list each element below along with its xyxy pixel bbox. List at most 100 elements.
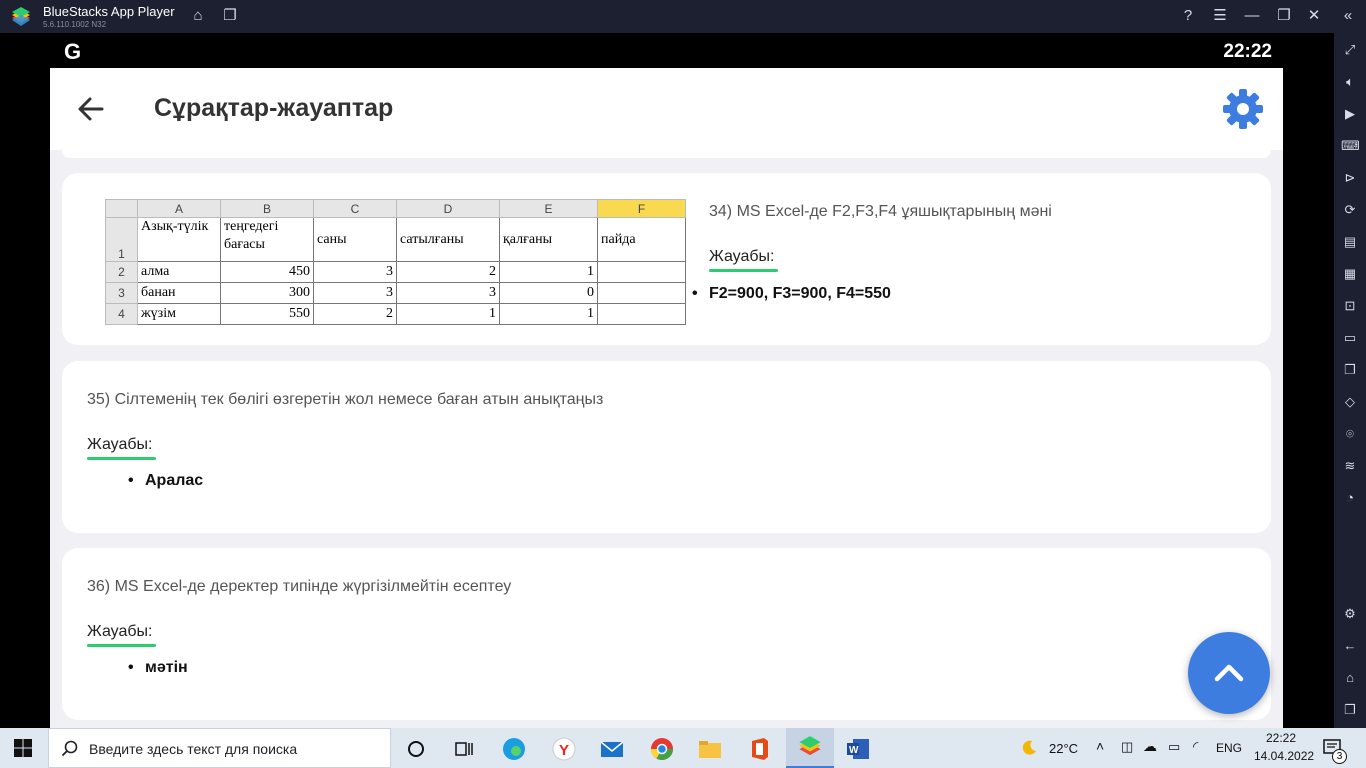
status-time: 22:22 — [1223, 41, 1272, 62]
excel-cell: саны — [313, 217, 397, 262]
answer-underline — [87, 644, 156, 647]
excel-cell: 450 — [220, 261, 314, 283]
macro-play-icon[interactable]: ⊳ — [1341, 169, 1359, 187]
excel-cell: 1 — [396, 303, 500, 325]
bluestacks-logo-icon — [12, 7, 30, 26]
chrome-icon[interactable] — [649, 736, 675, 762]
excel-cell: Азық-түлік — [137, 217, 221, 262]
cortana-icon[interactable] — [403, 736, 429, 762]
answer-underline — [709, 269, 778, 272]
taskbar-bluestacks-active[interactable] — [786, 728, 834, 768]
close-icon[interactable]: ✕ — [1304, 6, 1324, 26]
file-explorer-icon[interactable] — [697, 736, 723, 762]
excel-cell: сатылғаны — [396, 217, 500, 262]
excel-cell: банан — [137, 282, 221, 304]
weather-temp[interactable]: 22°C — [1049, 741, 1078, 756]
excel-cell: 300 — [220, 282, 314, 304]
volume-icon[interactable]: 🔈︎ — [1341, 73, 1359, 91]
app-title: BlueStacks App Player — [43, 4, 175, 19]
bluestacks-sidebar: ⤢ 🔈︎ ▶ ⌨ ⊳ ⟳ ▤ ▦ ⊡ ▭ ❐ ◇ ⌾ ≋ ◔ ⚙ ← ⌂ ❐ — [1334, 33, 1366, 728]
excel-cell — [597, 261, 686, 283]
excel-cell: 2 — [313, 303, 397, 325]
excel-cell: пайда — [597, 217, 686, 262]
office-icon[interactable] — [747, 736, 773, 762]
back-arrow-icon[interactable] — [76, 94, 106, 124]
multi-window-icon[interactable]: ❐ — [1341, 361, 1359, 379]
svg-text:W: W — [849, 745, 859, 756]
android-recents-icon[interactable]: ❐ — [1341, 701, 1359, 719]
meet-now-icon[interactable]: ◫ — [1121, 739, 1133, 755]
keyboard-icon[interactable]: ⌨ — [1341, 137, 1360, 155]
battery-icon[interactable]: ▭ — [1168, 739, 1180, 755]
location-icon[interactable]: ⌾ — [1341, 425, 1359, 443]
clock-time[interactable]: 22:22 — [1266, 731, 1296, 745]
excel-table-image: A B C D E F 1 Азық-түлік теңгедегі бағас… — [105, 199, 691, 335]
excel-col-header: B — [220, 199, 314, 218]
answer-label: Жауабы: — [709, 248, 775, 265]
excel-cell: қалғаны — [499, 217, 598, 262]
app-version: 5.6.110.1002 N32 — [43, 20, 107, 29]
android-screen: G 22:22 Сұрақтар-жауаптар A B C D E F 1 … — [0, 33, 1334, 728]
scroll-top-button[interactable] — [1188, 632, 1270, 714]
wifi-icon[interactable]: ◜ — [1193, 738, 1198, 755]
app-content: Сұрақтар-жауаптар A B C D E F 1 Азық-түл… — [50, 68, 1283, 728]
restore-icon[interactable]: ❐ — [1274, 6, 1294, 26]
excel-cell: 3 — [396, 282, 500, 304]
multi-instance-icon[interactable]: ❐ — [220, 6, 240, 26]
excel-cell: алма — [137, 261, 221, 283]
collapse-sidebar-icon[interactable]: « — [1338, 6, 1358, 26]
menu-icon[interactable]: ☰ — [1210, 6, 1230, 26]
qa-card-35: 35) Сілтеменің тек бөлігі өзгеретін жол … — [62, 361, 1271, 533]
excel-cell: 3 — [313, 282, 397, 304]
sync-icon[interactable]: ⟳ — [1341, 201, 1359, 219]
app-header: Сұрақтар-жауаптар — [50, 68, 1283, 150]
taskbar-search-box[interactable]: Введите здесь текст для поиска — [48, 728, 391, 768]
excel-row-number: 3 — [105, 282, 138, 304]
excel-row-number: 4 — [105, 303, 138, 325]
answer-label: Жауабы: — [87, 436, 153, 453]
mail-icon[interactable] — [599, 736, 625, 762]
speed-icon[interactable]: ◔ — [1341, 489, 1359, 507]
help-icon[interactable]: ? — [1178, 6, 1198, 26]
previous-card-bottom — [62, 150, 1271, 158]
apk-icon[interactable]: ▦ — [1341, 265, 1359, 283]
word-icon[interactable]: W — [845, 736, 871, 762]
excel-cell: 0 — [499, 282, 598, 304]
minimize-icon[interactable]: — — [1242, 6, 1262, 26]
question-text: 36) MS Excel-де деректер типінде жүргізі… — [87, 578, 512, 595]
input-language[interactable]: ENG — [1216, 741, 1242, 755]
qa-card-36: 36) MS Excel-де деректер типінде жүргізі… — [62, 548, 1271, 720]
eco-mode-icon[interactable]: ◇ — [1341, 393, 1359, 411]
answer-label: Жауабы: — [87, 623, 153, 640]
performance-icon[interactable]: ▤ — [1341, 233, 1359, 251]
search-icon — [61, 740, 78, 757]
home-icon[interactable]: ⌂ — [188, 6, 208, 26]
chevron-up-tray-icon[interactable]: ˄ — [1096, 738, 1104, 754]
layers-icon[interactable]: ≋ — [1341, 457, 1359, 475]
settings-icon[interactable]: ⚙ — [1341, 605, 1359, 623]
answer-underline — [87, 457, 156, 460]
excel-cell: 550 — [220, 303, 314, 325]
excel-row-number: 2 — [105, 261, 138, 283]
excel-cell: 3 — [313, 261, 397, 283]
answer-text: F2=900, F3=900, F4=550 — [692, 285, 891, 303]
settings-gear-icon[interactable] — [1222, 88, 1264, 130]
media-icon[interactable]: ▶ — [1341, 105, 1359, 123]
task-view-icon[interactable] — [451, 736, 477, 762]
answer-text: мәтін — [128, 659, 188, 677]
fullscreen-icon[interactable]: ⤢ — [1341, 41, 1359, 59]
edge-browser-icon[interactable] — [501, 736, 527, 762]
clock-date[interactable]: 14.04.2022 — [1254, 749, 1314, 763]
android-back-icon[interactable]: ← — [1341, 637, 1359, 655]
folder-icon[interactable]: ▭ — [1341, 329, 1359, 347]
excel-cell — [597, 303, 686, 325]
excel-col-header-selected: F — [597, 199, 686, 218]
windows-taskbar: Введите здесь текст для поиска Y W 22°C … — [0, 728, 1366, 768]
screenshot-icon[interactable]: ⊡ — [1341, 297, 1359, 315]
cloud-icon[interactable]: ☁ — [1143, 738, 1157, 755]
yandex-browser-icon[interactable]: Y — [551, 736, 577, 762]
android-home-icon[interactable]: ⌂ — [1341, 669, 1359, 687]
windows-start-icon[interactable] — [13, 738, 33, 758]
excel-corner — [105, 199, 138, 218]
bluestacks-titlebar: BlueStacks App Player 5.6.110.1002 N32 ⌂… — [0, 0, 1366, 33]
